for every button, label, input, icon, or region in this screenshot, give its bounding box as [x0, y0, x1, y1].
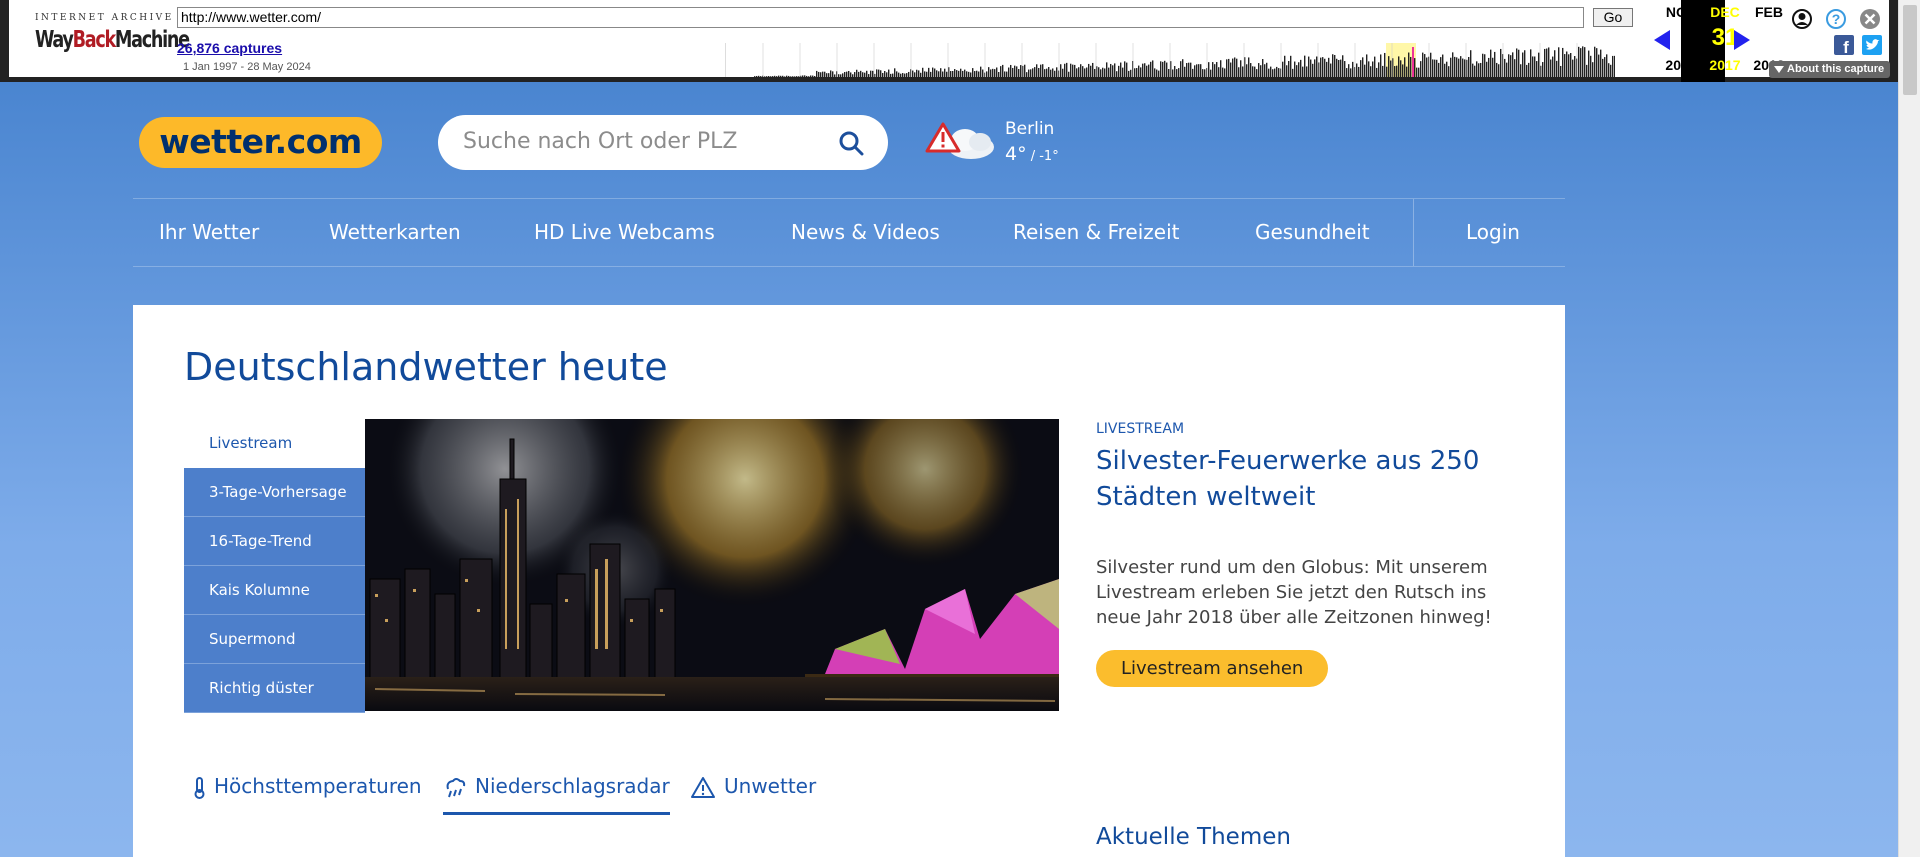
- help-icon[interactable]: ?: [1825, 8, 1847, 30]
- page-title: Deutschlandwetter heute: [184, 345, 668, 389]
- hero-teaser: LIVESTREAM Silvester-Feuerwerke aus 250 …: [1096, 421, 1496, 687]
- svg-text:?: ?: [1832, 11, 1841, 27]
- wayback-toolbar: INTERNET ARCHIVE WayBackMachine http://w…: [0, 0, 1898, 82]
- tab-unwetter-label: Unwetter: [724, 774, 817, 798]
- close-icon[interactable]: [1859, 8, 1881, 30]
- next-capture-arrow-icon[interactable]: [1734, 30, 1750, 50]
- wayback-logo[interactable]: INTERNET ARCHIVE WayBackMachine: [25, 10, 190, 62]
- wetter-logo[interactable]: wetter.com: [139, 117, 382, 168]
- rain-radar-icon: [446, 777, 466, 797]
- main-nav: Ihr Wetter Wetterkarten HD Live Webcams …: [133, 198, 1565, 267]
- facebook-icon[interactable]: f: [1834, 35, 1856, 57]
- nav-wetterkarten[interactable]: Wetterkarten: [329, 199, 461, 266]
- scrollbar-thumb[interactable]: [1903, 5, 1917, 95]
- about-capture-button[interactable]: About this capture: [1769, 61, 1891, 78]
- tab-hoechsttemperaturen[interactable]: Höchsttemperaturen: [192, 765, 422, 815]
- page-scrollbar[interactable]: [1898, 0, 1920, 857]
- hero-side-tabs: Livestream 3-Tage-Vorhersage 16-Tage-Tre…: [184, 419, 365, 713]
- warning-icon: [691, 776, 715, 798]
- wayback-go-button[interactable]: Go: [1593, 8, 1633, 27]
- aktuelle-themen-heading: Aktuelle Themen: [1096, 824, 1291, 850]
- location-search-input[interactable]: Suche nach Ort oder PLZ: [438, 115, 888, 170]
- thermometer-icon: [194, 776, 205, 799]
- side-tab-kais-kolumne[interactable]: Kais Kolumne: [184, 566, 365, 615]
- next-month-label: FEB: [1755, 4, 1783, 20]
- main-content: Deutschlandwetter heute Livestream 3-Tag…: [133, 305, 1565, 857]
- warning-cloud-icon: [925, 122, 994, 159]
- current-month-col: DEC 31 2017: [1681, 0, 1741, 82]
- side-tab-richtig-duester[interactable]: Richtig düster: [184, 664, 365, 713]
- user-icon[interactable]: [1791, 8, 1813, 30]
- teaser-text: Silvester rund um den Globus: Mit unsere…: [1096, 557, 1492, 628]
- nav-login[interactable]: Login: [1466, 199, 1520, 266]
- weather-high: 4°: [1005, 143, 1027, 165]
- side-tab-3-tage[interactable]: 3-Tage-Vorhersage: [184, 468, 365, 517]
- nav-divider: [1413, 199, 1414, 266]
- nav-gesundheit[interactable]: Gesundheit: [1255, 199, 1370, 266]
- weather-temp: 4° / -1°: [1005, 143, 1059, 165]
- search-placeholder: Suche nach Ort oder PLZ: [463, 129, 738, 154]
- nav-reisen-freizeit[interactable]: Reisen & Freizeit: [1013, 199, 1179, 266]
- tab-niederschlagsradar-label: Niederschlagsradar: [475, 774, 670, 798]
- wayback-logo-wordmark: WayBackMachine: [35, 27, 190, 53]
- side-tab-supermond[interactable]: Supermond: [184, 615, 365, 664]
- teaser-title[interactable]: Silvester-Feuerwerke aus 250 Städten wel…: [1096, 443, 1496, 515]
- side-tab-livestream[interactable]: Livestream: [184, 419, 365, 468]
- nav-ihr-wetter[interactable]: Ihr Wetter: [159, 199, 259, 266]
- livestream-button[interactable]: Livestream ansehen: [1096, 650, 1329, 687]
- wayback-logo-top: INTERNET ARCHIVE: [35, 13, 174, 23]
- search-icon[interactable]: [838, 130, 864, 156]
- prev-capture-arrow-icon[interactable]: [1654, 30, 1670, 50]
- weather-low: / -1°: [1026, 149, 1059, 164]
- wayback-url-input[interactable]: http://www.wetter.com/: [177, 7, 1584, 28]
- wayback-captures-link[interactable]: 26,876 captures: [177, 40, 282, 56]
- capture-sparkline[interactable]: [725, 43, 1615, 77]
- tab-niederschlagsradar[interactable]: Niederschlagsradar: [443, 765, 670, 815]
- svg-text:f: f: [1843, 38, 1849, 57]
- nav-hd-live-webcams[interactable]: HD Live Webcams: [534, 199, 715, 266]
- hero-fireworks-image[interactable]: [365, 419, 1059, 711]
- current-weather-widget[interactable]: Berlin 4° / -1°: [925, 116, 1125, 172]
- tab-unwetter[interactable]: Unwetter: [690, 765, 816, 815]
- twitter-icon[interactable]: [1862, 35, 1884, 57]
- weather-city: Berlin: [1005, 119, 1055, 139]
- teaser-kicker: LIVESTREAM: [1096, 421, 1185, 437]
- wayback-date-range: 1 Jan 1997 - 28 May 2024: [183, 61, 311, 73]
- nav-news-videos[interactable]: News & Videos: [791, 199, 940, 266]
- side-tab-16-tage[interactable]: 16-Tage-Trend: [184, 517, 365, 566]
- map-tabs: Höchsttemperaturen Niederschlagsradar Un…: [184, 765, 884, 815]
- tab-hoechsttemperaturen-label: Höchsttemperaturen: [214, 774, 422, 798]
